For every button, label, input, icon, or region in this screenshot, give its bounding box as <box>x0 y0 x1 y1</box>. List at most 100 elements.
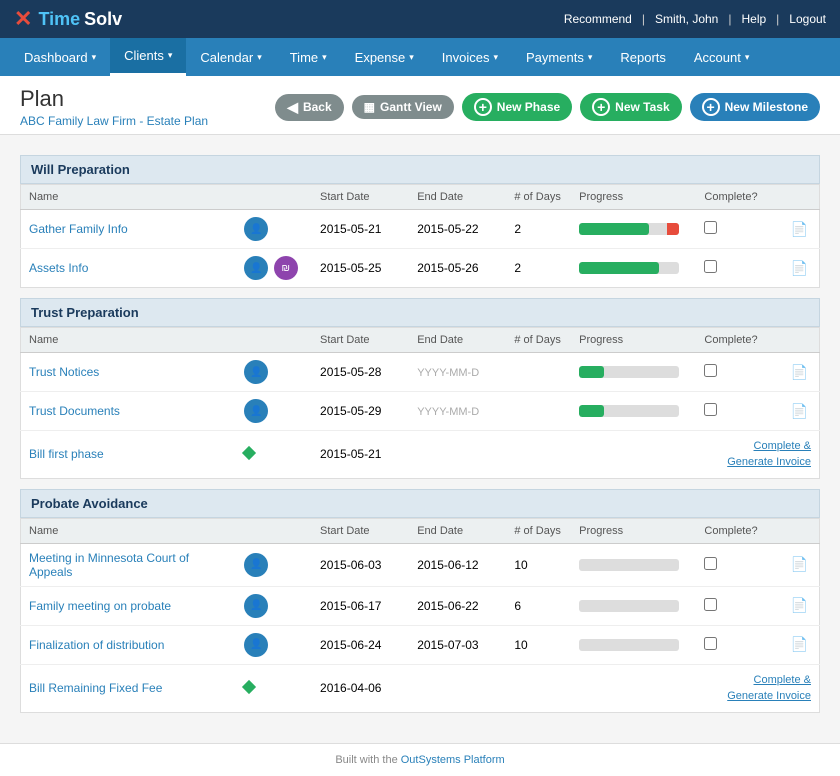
task-name-link[interactable]: Finalization of distribution <box>29 638 164 652</box>
content-area: Will Preparation Name Start Date End Dat… <box>0 135 840 733</box>
start-date: 2015-05-21 <box>312 210 409 249</box>
plus-icon: + <box>474 98 492 116</box>
edit-icon[interactable]: 📄 <box>791 260 808 276</box>
complete-checkbox[interactable] <box>704 598 717 611</box>
generate-invoice-link[interactable]: Complete &Generate Invoice <box>727 440 811 468</box>
col-header-progress: Progress <box>571 185 696 210</box>
edit-icon[interactable]: 📄 <box>791 556 808 572</box>
progress-bar <box>579 223 679 235</box>
gantt-icon: ▦ <box>364 100 375 114</box>
footer: Built with the OutSystems Platform <box>0 743 840 776</box>
table-row: Trust Documents 👤 2015-05-29 YYYY-MM-D 📄 <box>21 392 820 431</box>
new-task-button[interactable]: + New Task <box>580 93 681 121</box>
days: 10 <box>506 625 571 664</box>
start-date: 2015-06-03 <box>312 543 409 586</box>
complete-checkbox[interactable] <box>704 221 717 234</box>
end-date: 2015-05-26 <box>409 249 506 288</box>
logo: ✕ Time Solv <box>14 6 122 32</box>
edit-icon[interactable]: 📄 <box>791 597 808 613</box>
chevron-down-icon: ▾ <box>745 52 750 63</box>
outsystems-link[interactable]: OutSystems Platform <box>401 754 505 766</box>
start-date: 2015-05-21 <box>312 431 409 479</box>
generate-invoice-link[interactable]: Complete &Generate Invoice <box>727 674 811 702</box>
avatar: 👤 <box>244 553 268 577</box>
logo-x: ✕ <box>14 6 32 32</box>
progress-bar <box>579 559 679 571</box>
new-phase-button[interactable]: + New Phase <box>462 93 572 121</box>
section-probate-avoidance: Probate Avoidance <box>20 489 820 518</box>
chevron-down-icon: ▾ <box>92 52 97 63</box>
task-name-link[interactable]: Family meeting on probate <box>29 599 171 613</box>
nav-clients[interactable]: Clients ▾ <box>110 38 186 76</box>
milestone-name-link[interactable]: Bill Remaining Fixed Fee <box>29 681 162 695</box>
col-header-progress: Progress <box>571 328 696 353</box>
page-header: Plan ABC Family Law Firm - Estate Plan ◀… <box>0 76 840 135</box>
start-date: 2015-05-28 <box>312 353 409 392</box>
col-header-progress: Progress <box>571 518 696 543</box>
complete-checkbox[interactable] <box>704 260 717 273</box>
help-link[interactable]: Help <box>741 12 766 26</box>
days <box>506 353 571 392</box>
progress-bar <box>579 600 679 612</box>
task-name-link[interactable]: Assets Info <box>29 261 88 275</box>
complete-checkbox[interactable] <box>704 403 717 416</box>
new-milestone-button[interactable]: + New Milestone <box>690 93 820 121</box>
nav-account[interactable]: Account ▾ <box>680 40 764 75</box>
nav-time[interactable]: Time ▾ <box>276 40 341 75</box>
col-header-end: End Date <box>409 328 506 353</box>
back-button[interactable]: ◀ Back <box>275 94 343 121</box>
top-nav-links: Recommend | Smith, John | Help | Logout <box>564 12 826 26</box>
nav-invoices[interactable]: Invoices ▾ <box>428 40 512 75</box>
edit-icon[interactable]: 📄 <box>791 636 808 652</box>
top-navigation: ✕ Time Solv Recommend | Smith, John | He… <box>0 0 840 38</box>
col-header-days: # of Days <box>506 185 571 210</box>
nav-expense[interactable]: Expense ▾ <box>341 40 428 75</box>
days: 2 <box>506 210 571 249</box>
will-preparation-table: Name Start Date End Date # of Days Progr… <box>20 184 820 288</box>
milestone-name-link[interactable]: Bill first phase <box>29 447 104 461</box>
progress-bar <box>579 262 679 274</box>
end-date: 2015-05-22 <box>409 210 506 249</box>
table-row: Meeting in Minnesota Court of Appeals 👤 … <box>21 543 820 586</box>
logo-solv: Solv <box>84 9 122 30</box>
col-header-complete: Complete? <box>696 518 782 543</box>
table-row: Gather Family Info 👤 2015-05-21 2015-05-… <box>21 210 820 249</box>
avatar: 👤 <box>244 594 268 618</box>
col-header-name: Name <box>21 518 237 543</box>
nav-payments[interactable]: Payments ▾ <box>512 40 606 75</box>
trust-preparation-table: Name Start Date End Date # of Days Progr… <box>20 327 820 479</box>
days: 6 <box>506 586 571 625</box>
complete-checkbox[interactable] <box>704 637 717 650</box>
days: 2 <box>506 249 571 288</box>
nav-calendar[interactable]: Calendar ▾ <box>186 40 275 75</box>
start-date: 2015-05-29 <box>312 392 409 431</box>
edit-icon[interactable]: 📄 <box>791 403 808 419</box>
complete-checkbox[interactable] <box>704 557 717 570</box>
nav-dashboard[interactable]: Dashboard ▾ <box>10 40 110 75</box>
col-header-days: # of Days <box>506 328 571 353</box>
recommend-link[interactable]: Recommend <box>564 12 632 26</box>
progress-bar <box>579 639 679 651</box>
col-header-start: Start Date <box>312 518 409 543</box>
logout-link[interactable]: Logout <box>789 12 826 26</box>
chevron-down-icon: ▾ <box>588 52 593 63</box>
task-name-link[interactable]: Trust Notices <box>29 365 99 379</box>
complete-checkbox[interactable] <box>704 364 717 377</box>
page-title: Plan <box>20 86 208 112</box>
milestone-diamond-icon <box>242 446 256 460</box>
nav-reports[interactable]: Reports <box>606 40 680 75</box>
task-name-link[interactable]: Gather Family Info <box>29 222 128 236</box>
start-date: 2015-05-25 <box>312 249 409 288</box>
table-row: Bill Remaining Fixed Fee 2016-04-06 Comp… <box>21 664 820 712</box>
days <box>506 392 571 431</box>
page-title-section: Plan ABC Family Law Firm - Estate Plan <box>20 86 208 128</box>
task-name-link[interactable]: Meeting in Minnesota Court of Appeals <box>29 551 189 579</box>
gantt-view-button[interactable]: ▦ Gantt View <box>352 95 454 119</box>
table-row: Trust Notices 👤 2015-05-28 YYYY-MM-D 📄 <box>21 353 820 392</box>
table-row: Bill first phase 2015-05-21 Complete &Ge… <box>21 431 820 479</box>
edit-icon[interactable]: 📄 <box>791 221 808 237</box>
user-link[interactable]: Smith, John <box>655 12 718 26</box>
task-name-link[interactable]: Trust Documents <box>29 404 120 418</box>
chevron-down-icon: ▾ <box>409 52 414 63</box>
edit-icon[interactable]: 📄 <box>791 364 808 380</box>
